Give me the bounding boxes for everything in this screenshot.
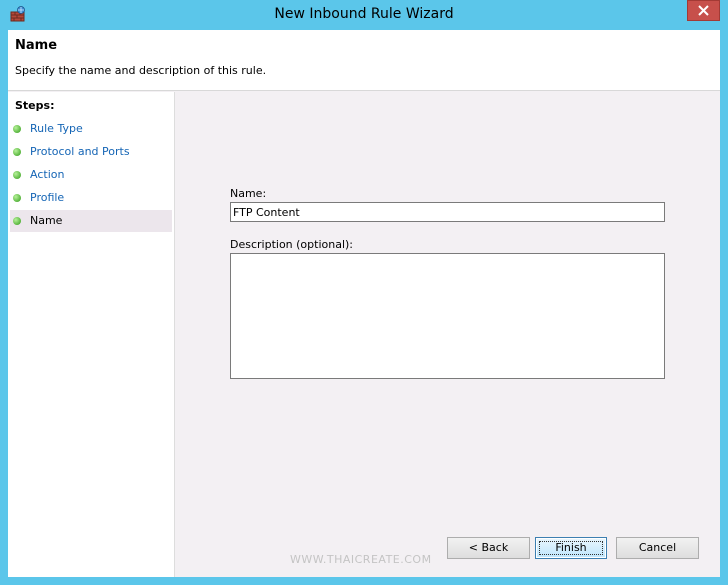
wizard-header: Name Specify the name and description of…	[8, 30, 720, 91]
page-title: Name	[15, 38, 58, 53]
steps-pane: Steps: Rule Type Protocol and Ports Acti…	[8, 92, 175, 577]
step-label: Protocol and Ports	[30, 145, 130, 158]
step-label: Name	[30, 214, 63, 227]
wizard-window: New Inbound Rule Wizard Name Specify the…	[0, 0, 728, 585]
step-complete-icon	[13, 171, 21, 179]
title-bar[interactable]: New Inbound Rule Wizard	[0, 0, 728, 30]
finish-button[interactable]: Finish	[535, 537, 607, 559]
step-label: Action	[30, 168, 65, 181]
description-label: Description (optional):	[230, 238, 354, 251]
description-input[interactable]	[230, 253, 665, 379]
step-complete-icon	[13, 148, 21, 156]
step-protocol-and-ports[interactable]: Protocol and Ports	[10, 141, 172, 163]
step-label: Profile	[30, 191, 65, 204]
step-rule-type[interactable]: Rule Type	[10, 118, 172, 140]
step-action[interactable]: Action	[10, 164, 172, 186]
cancel-button[interactable]: Cancel	[616, 537, 699, 559]
wizard-client-area: Name Specify the name and description of…	[8, 30, 720, 577]
wizard-content: Name: Description (optional): WWW.THAICR…	[176, 92, 720, 577]
steps-heading: Steps:	[15, 99, 55, 112]
close-icon	[698, 5, 709, 16]
name-label: Name:	[230, 187, 267, 200]
close-button[interactable]	[687, 0, 720, 21]
step-label: Rule Type	[30, 122, 83, 135]
window-title: New Inbound Rule Wizard	[274, 6, 454, 22]
step-current-icon	[13, 217, 21, 225]
back-button[interactable]: < Back	[447, 537, 530, 559]
watermark: WWW.THAICREATE.COM	[290, 553, 432, 566]
step-profile[interactable]: Profile	[10, 187, 172, 209]
page-subtitle: Specify the name and description of this…	[15, 64, 267, 77]
step-complete-icon	[13, 194, 21, 202]
focus-ring	[539, 541, 603, 555]
step-name[interactable]: Name	[10, 210, 172, 232]
name-input[interactable]	[230, 202, 665, 222]
step-complete-icon	[13, 125, 21, 133]
